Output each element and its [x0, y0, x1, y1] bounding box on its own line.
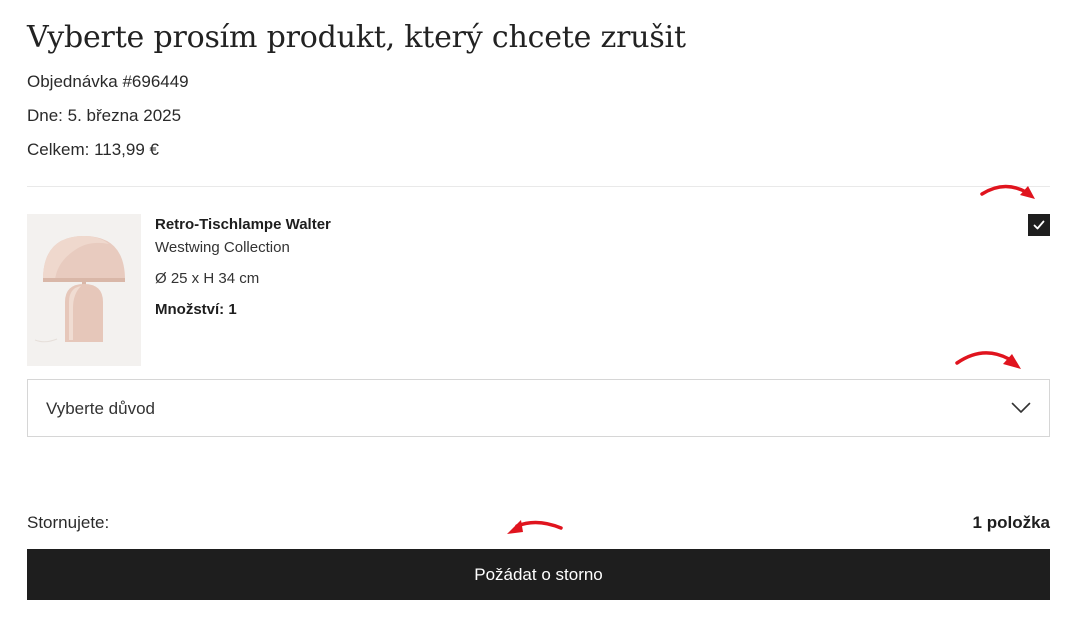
order-date: Dne: 5. března 2025 — [27, 106, 182, 125]
annotation-arrow-dropdown — [955, 351, 1021, 369]
product-quantity: Množství: 1 — [155, 301, 237, 318]
divider — [27, 186, 1050, 187]
product-name: Retro-Tischlampe Walter — [155, 216, 331, 233]
product-select-checkbox[interactable] — [1028, 214, 1050, 236]
request-cancellation-button[interactable]: Požádat o storno — [27, 549, 1050, 600]
page-title: Vyberte prosím produkt, který chcete zru… — [27, 20, 686, 55]
chevron-down-icon — [1011, 402, 1031, 413]
annotation-arrow-submit — [507, 520, 563, 534]
cancel-summary-label: Stornujete: — [27, 513, 110, 532]
order-number: Objednávka #696449 — [27, 72, 189, 91]
cancel-item-count: 1 položka — [972, 513, 1050, 532]
table-lamp-image — [27, 214, 141, 366]
annotation-arrow-checkbox — [980, 184, 1035, 199]
order-total: Celkem: 113,99 € — [27, 140, 159, 159]
product-brand: Westwing Collection — [155, 239, 290, 256]
reason-dropdown-label: Vyberte důvod — [46, 399, 155, 418]
product-dimensions: Ø 25 x H 34 cm — [155, 270, 260, 287]
reason-dropdown[interactable]: Vyberte důvod — [27, 379, 1050, 437]
check-icon — [1033, 220, 1045, 230]
